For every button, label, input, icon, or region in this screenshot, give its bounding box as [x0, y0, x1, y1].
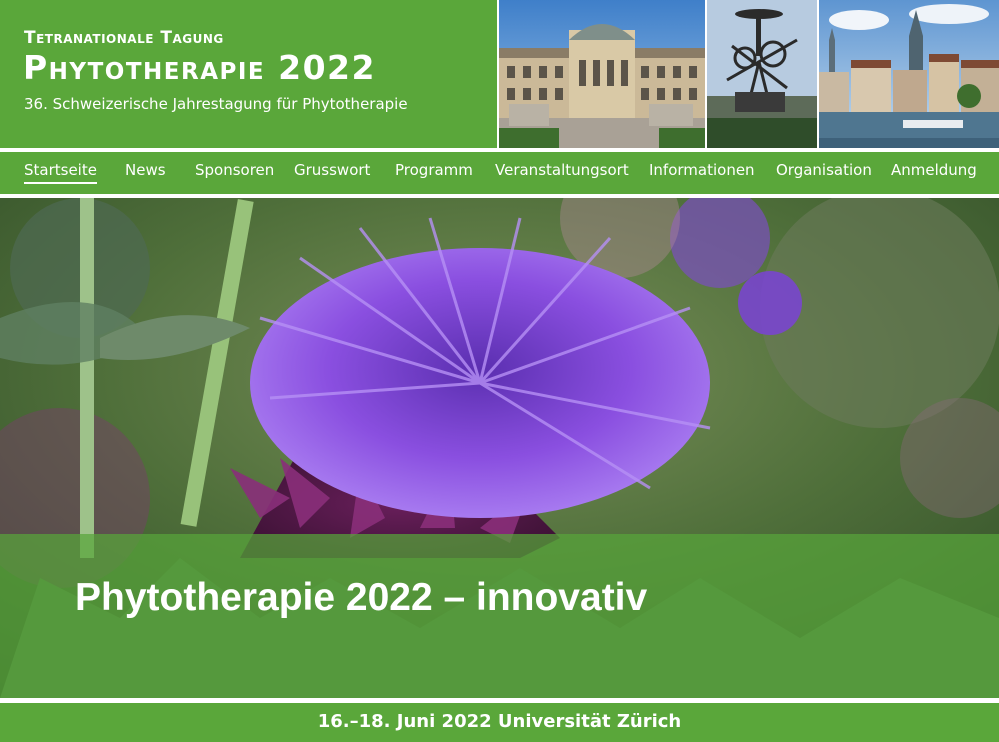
event-title: Phytotherapie 2022 — [23, 48, 376, 87]
hero-title: Phytotherapie 2022 – innovativ — [75, 576, 648, 619]
nav-item-veranstaltungsort[interactable]: Veranstaltungsort — [495, 161, 629, 179]
hero-banner: Phytotherapie 2022 – innovativ — [0, 198, 999, 698]
nav-item-sponsoren[interactable]: Sponsoren — [195, 161, 274, 179]
zurich-old-town-photo — [819, 0, 999, 148]
event-type: Tetranationale Tagung — [24, 28, 224, 48]
nav-item-organisation[interactable]: Organisation — [776, 161, 872, 179]
footer-bar: 16.–18. Juni 2022 Universität Zürich — [0, 703, 999, 742]
nav-item-news[interactable]: News — [125, 161, 166, 179]
fountain-sculpture-photo — [707, 0, 817, 148]
event-subtitle: 36. Schweizerische Jahrestagung für Phyt… — [24, 95, 408, 113]
nav-item-startseite[interactable]: Startseite — [24, 161, 97, 184]
nav-item-anmeldung[interactable]: Anmeldung — [891, 161, 977, 179]
university-building-photo — [499, 0, 705, 148]
brand-block[interactable]: Tetranationale Tagung Phytotherapie 2022… — [0, 0, 497, 148]
nav-item-informationen[interactable]: Informationen — [649, 161, 755, 179]
main-navigation: Startseite News Sponsoren Grusswort Prog… — [0, 152, 999, 194]
nav-item-grusswort[interactable]: Grusswort — [294, 161, 370, 179]
event-date-location: 16.–18. Juni 2022 Universität Zürich — [317, 711, 682, 732]
header: Tetranationale Tagung Phytotherapie 2022… — [0, 0, 999, 148]
nav-item-programm[interactable]: Programm — [395, 161, 473, 179]
